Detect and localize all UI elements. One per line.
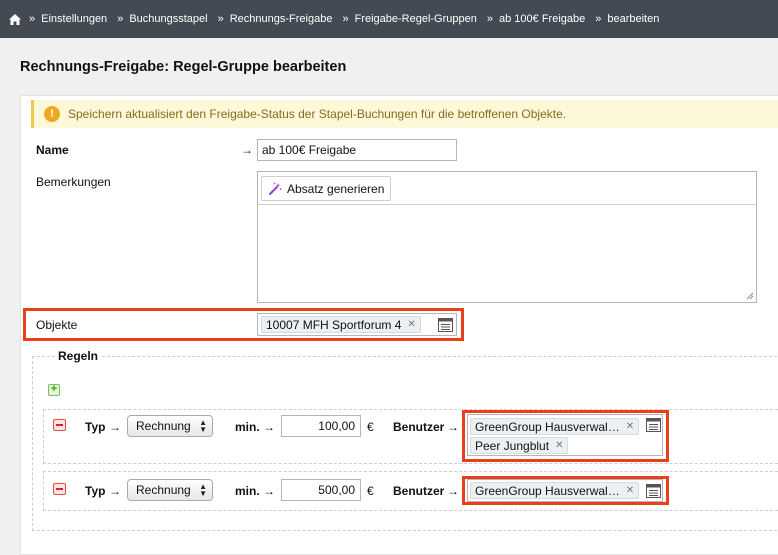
breadcrumb-item-settings[interactable]: » Einstellungen xyxy=(29,13,107,25)
list-picker-icon[interactable] xyxy=(646,484,661,498)
objects-select[interactable]: 10007 MFH Sportforum 4 ✕ xyxy=(257,313,457,336)
home-icon[interactable] xyxy=(9,13,21,25)
name-label: Name xyxy=(36,143,69,157)
object-tag[interactable]: 10007 MFH Sportforum 4 ✕ xyxy=(261,316,421,333)
name-arrow-icon: → xyxy=(241,143,253,157)
page-title: Rechnungs-Freigabe: Regel-Gruppe bearbei… xyxy=(20,59,347,75)
warning-text: Speichern aktualisiert den Freigabe-Stat… xyxy=(68,107,567,121)
rule-min-input[interactable]: 100,00 xyxy=(281,415,361,437)
rule-min-label: min. xyxy=(235,420,260,434)
warning-icon: ! xyxy=(44,106,60,122)
rule-type-arrow-icon: → xyxy=(109,420,121,434)
remove-rule-button[interactable] xyxy=(53,483,66,495)
list-picker-icon[interactable] xyxy=(646,418,661,432)
currency-label: € xyxy=(367,420,374,434)
breadcrumb: » Einstellungen » Buchungsstapel » Rechnung… xyxy=(0,0,778,38)
remove-tag-icon[interactable]: ✕ xyxy=(626,485,634,496)
breadcrumb-item-invoice-approval[interactable]: » Rechnungs-Freigabe xyxy=(218,13,333,25)
rule-type-arrow-icon: → xyxy=(109,484,121,498)
rule-users-arrow-icon: → xyxy=(447,420,459,434)
remove-tag-icon[interactable]: ✕ xyxy=(555,440,563,451)
generate-paragraph-label: Absatz generieren xyxy=(287,181,385,196)
rule-min-arrow-icon: → xyxy=(263,484,275,498)
breadcrumb-item-group[interactable]: » ab 100€ Freigabe xyxy=(487,13,585,25)
rule-users-select[interactable]: GreenGroup Hausverwal… ✕ xyxy=(467,479,663,502)
breadcrumb-item-batch[interactable]: » Buchungsstapel xyxy=(117,13,207,25)
breadcrumb-item-rule-groups[interactable]: » Freigabe-Regel-Gruppen xyxy=(342,13,476,25)
resize-handle-icon[interactable] xyxy=(746,292,754,300)
select-caret-icon: ▲ ▼ xyxy=(199,418,207,434)
user-tag[interactable]: GreenGroup Hausverwal… ✕ xyxy=(470,482,640,499)
remove-tag-icon[interactable]: ✕ xyxy=(626,421,634,432)
rule-users-select[interactable]: GreenGroup Hausverwal… ✕ Peer Jungblut ✕ xyxy=(467,414,663,456)
user-tag[interactable]: Peer Jungblut ✕ xyxy=(470,437,569,454)
add-rule-button[interactable]: + xyxy=(48,384,60,396)
remarks-label: Bemerkungen xyxy=(36,175,111,189)
breadcrumb-item-edit: » bearbeiten xyxy=(595,13,660,25)
list-picker-icon[interactable] xyxy=(438,318,453,332)
generate-paragraph-button[interactable]: Absatz generieren xyxy=(261,176,392,201)
remarks-editor[interactable]: Absatz generieren xyxy=(257,171,757,303)
user-tag[interactable]: GreenGroup Hausverwal… ✕ xyxy=(470,418,640,435)
rule-users-arrow-icon: → xyxy=(447,484,459,498)
remove-tag-icon[interactable]: ✕ xyxy=(407,319,415,330)
magic-wand-icon xyxy=(269,182,282,195)
remove-rule-button[interactable] xyxy=(53,419,66,431)
rule-type-label: Typ xyxy=(85,484,106,498)
warning-banner: ! Speichern aktualisiert den Freigabe-St… xyxy=(31,100,778,128)
rule-type-select[interactable]: Rechnung ▲ ▼ xyxy=(127,479,213,501)
editor-toolbar: Absatz generieren xyxy=(258,172,756,205)
objects-label: Objekte xyxy=(36,318,78,332)
rule-type-label: Typ xyxy=(85,420,106,434)
rule-min-arrow-icon: → xyxy=(263,420,275,434)
rule-users-label: Benutzer xyxy=(393,484,445,498)
rule-type-select[interactable]: Rechnung ▲ ▼ xyxy=(127,415,213,437)
rule-min-input[interactable]: 500,00 xyxy=(281,479,361,501)
rule-users-label: Benutzer xyxy=(393,420,445,434)
rule-min-label: min. xyxy=(235,484,260,498)
currency-label: € xyxy=(367,484,374,498)
rules-legend: Regeln xyxy=(56,349,101,363)
name-input[interactable]: ab 100€ Freigabe xyxy=(257,139,457,161)
select-caret-icon: ▲ ▼ xyxy=(199,482,207,498)
